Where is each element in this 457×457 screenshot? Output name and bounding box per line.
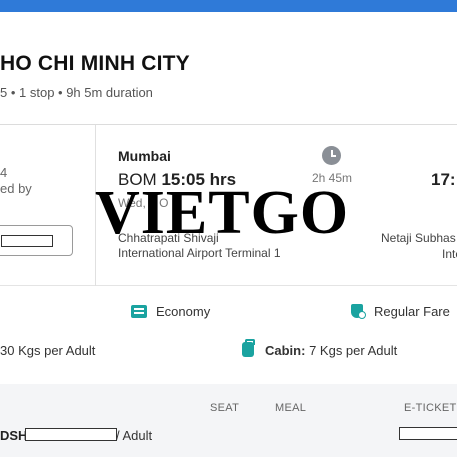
column-header-eticket: E-TICKET [404,402,457,414]
left-action-button[interactable] [0,225,73,256]
cabin-baggage: Cabin: 7 Kgs per Adult [265,343,397,358]
clock-icon [322,146,341,165]
cabin-baggage-value: 7 Kgs per Adult [309,343,398,358]
redacted-passenger-name [25,428,117,441]
arrival-time: 17: [431,170,456,189]
column-header-meal: MEAL [275,402,307,414]
checkin-baggage: 30 Kgs per Adult [0,343,96,358]
departure-city: Mumbai [118,148,171,164]
passenger-type: / Adult [116,428,153,443]
left-fragment-line1: 4 [0,165,8,180]
fare-type: Regular Fare [374,304,450,319]
cabin-bag-icon [242,339,255,357]
arrival-airport-line1: Netaji Subhas [381,231,456,245]
arrival-airport-line2: Inte [442,247,457,261]
fare-tag-icon [351,304,366,319]
cabin-class: Economy [156,304,211,319]
trip-summary: 5 • 1 stop • 9h 5m duration [0,85,153,100]
watermark: VIETGO [95,179,350,247]
redacted-eticket [399,427,457,440]
passenger-name: DSH [0,428,28,443]
left-fragment-line2: ed by [0,181,32,196]
column-header-seat: SEAT [210,402,240,414]
top-bar [0,0,457,12]
passenger-section [0,384,457,457]
cabin-baggage-label: Cabin: [265,343,306,358]
redacted-field [1,235,53,247]
seat-icon [131,305,147,318]
trip-title: HO CHI MINH CITY [0,52,190,75]
departure-airport-line2: International Airport Terminal 1 [118,246,281,260]
